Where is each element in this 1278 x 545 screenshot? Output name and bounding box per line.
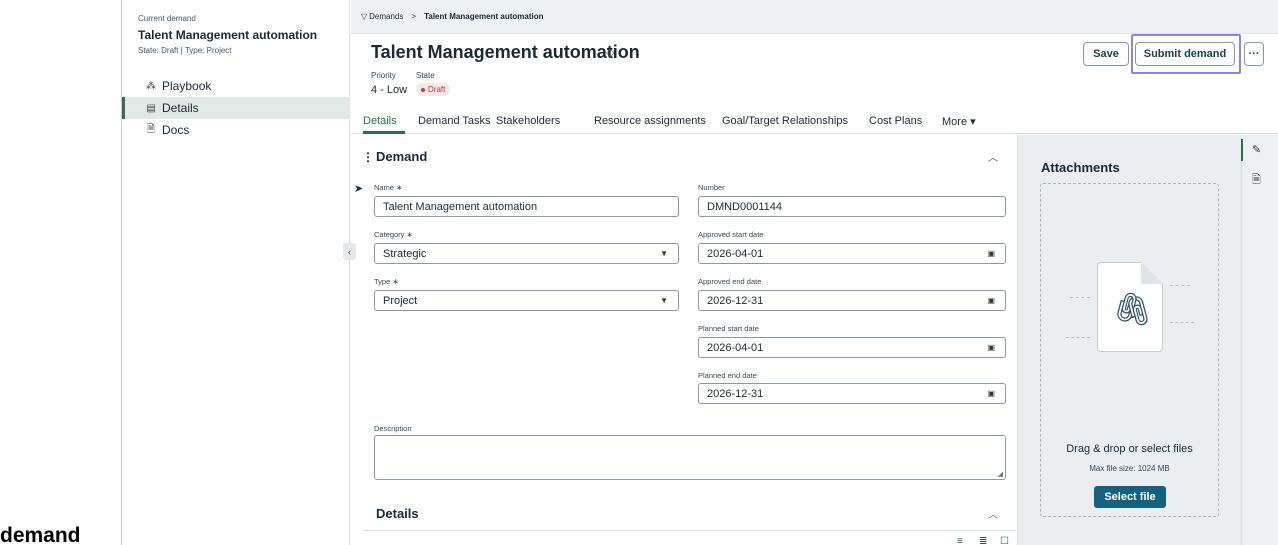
select-file-button[interactable]: Select file <box>1094 486 1166 508</box>
calendar-icon[interactable]: ▣ <box>987 249 995 258</box>
sidebar-item-docs[interactable]: 🗎 Docs <box>122 119 350 141</box>
status-badge: Draft <box>416 83 451 96</box>
description-textarea[interactable]: ◢ <box>374 435 1006 480</box>
state-label: State <box>416 71 435 80</box>
calendar-icon[interactable]: ▣ <box>987 389 995 398</box>
type-label: Type ∗ <box>374 277 399 286</box>
type-select[interactable]: Project ▼ <box>374 290 679 311</box>
number-value: DMND0001144 <box>707 200 783 213</box>
planned-end-date-field[interactable]: 2026-12-31 ▣ <box>698 383 1006 404</box>
calendar-icon[interactable]: ▣ <box>987 343 995 352</box>
approved-start-value: 2026-04-01 <box>707 247 764 260</box>
paperclip-icon: 🖇 <box>1112 291 1153 327</box>
breadcrumb-separator: > <box>411 12 417 21</box>
submit-demand-button[interactable]: Submit demand <box>1135 42 1235 66</box>
category-value: Strategic <box>383 247 427 260</box>
calendar-icon[interactable]: ▣ <box>987 296 995 305</box>
active-tab-indicator <box>363 131 405 134</box>
number-input[interactable]: DMND0001144 <box>698 196 1006 217</box>
priority-label: Priority <box>371 71 396 80</box>
priority-value: 4 - Low <box>371 84 408 96</box>
planned-end-value: 2026-12-31 <box>707 387 764 400</box>
chevron-up-icon[interactable]: ︿ <box>988 149 998 164</box>
tab-cost-plans[interactable]: Cost Plans <box>869 115 922 127</box>
decor-dash <box>1170 322 1194 323</box>
current-demand-state: State: Draft | Type: Project <box>138 46 232 55</box>
tab-demand-tasks[interactable]: Demand Tasks <box>418 115 491 127</box>
description-label: Description <box>374 424 412 433</box>
more-options-button[interactable]: ··· <box>1244 42 1264 66</box>
decor-dash <box>1170 285 1190 286</box>
chevron-left-icon: ‹ <box>348 246 351 257</box>
caret-down-icon: ▼ <box>660 296 668 305</box>
tab-resource-assignments[interactable]: Resource assignments <box>594 115 706 127</box>
current-demand-title: Talent Management automation <box>138 28 318 42</box>
approved-end-label: Approved end date <box>698 277 762 286</box>
details-icon: ▤ <box>146 102 156 114</box>
tag-icon[interactable]: ◇ <box>606 46 614 59</box>
approved-end-value: 2026-12-31 <box>707 294 764 307</box>
current-demand-label: Current demand <box>138 14 196 23</box>
max-file-size: Max file size: 1024 MB <box>1089 464 1170 473</box>
list-view-icon[interactable]: ≡ <box>957 536 963 545</box>
tab-goal-target-relationships[interactable]: Goal/Target Relationships <box>722 115 848 127</box>
sidebar-item-label: Playbook <box>162 79 212 93</box>
tab-bar: Details Demand Tasks Stakeholders Resour… <box>351 110 1278 134</box>
status-dot-icon <box>421 87 425 92</box>
mouse-cursor-icon: ➤ <box>354 183 364 195</box>
planned-start-date-field[interactable]: 2026-04-01 ▣ <box>698 337 1006 358</box>
decor-dash <box>1070 297 1090 298</box>
filter-icon: ▽ <box>361 12 368 21</box>
number-label: Number <box>698 183 725 192</box>
tab-stakeholders[interactable]: Stakeholders <box>496 115 560 127</box>
category-select[interactable]: Strategic ▼ <box>374 243 679 264</box>
planned-start-value: 2026-04-01 <box>707 341 764 354</box>
details-section-title: Details <box>376 506 419 521</box>
name-input[interactable]: Talent Management automation <box>374 196 679 217</box>
page-title: Talent Management automation <box>371 42 640 62</box>
section-divider <box>363 530 1015 531</box>
tab-more[interactable]: More ▾ <box>942 115 976 128</box>
attachment-rail-icon[interactable]: ✎ <box>1252 143 1261 156</box>
compact-view-icon[interactable]: ≣ <box>979 536 987 545</box>
document-fold <box>1141 262 1163 284</box>
breadcrumb-current: Talent Management automation <box>424 12 544 21</box>
decor-dash <box>1066 337 1090 338</box>
overlay-word: demand <box>0 524 81 545</box>
resize-handle-icon[interactable]: ◢ <box>998 470 1003 478</box>
name-label: Name ∗ <box>374 183 403 192</box>
attachments-title: Attachments <box>1041 160 1120 175</box>
playbook-icon: ⁂ <box>146 80 156 92</box>
breadcrumb: ▽ Demands > Talent Management automation <box>351 0 1278 34</box>
sidebar-item-label: Details <box>162 101 199 115</box>
caret-down-icon: ▼ <box>660 249 668 258</box>
planned-end-label: Planned end date <box>698 371 757 380</box>
document-rail-icon[interactable]: 🗎 <box>1252 171 1261 190</box>
planned-start-label: Planned start date <box>698 324 759 333</box>
category-label: Category ∗ <box>374 230 413 239</box>
sidebar-item-playbook[interactable]: ⁂ Playbook <box>122 75 350 97</box>
sidebar-item-details[interactable]: ▤ Details <box>122 97 350 119</box>
drag-handle-icon[interactable]: ⋮ <box>362 150 374 164</box>
save-button[interactable]: Save <box>1083 42 1129 66</box>
collapse-sidebar-button[interactable]: ‹ <box>343 243 356 260</box>
sidebar: Current demand Talent Management automat… <box>121 0 350 545</box>
name-value: Talent Management automation <box>383 200 538 213</box>
approved-start-date-field[interactable]: 2026-04-01 ▣ <box>698 243 1006 264</box>
chevron-up-icon[interactable]: ︿ <box>988 506 998 521</box>
demand-section-title: Demand <box>376 149 428 164</box>
docs-icon: 🗎 <box>146 123 156 135</box>
rail-active-indicator <box>1241 139 1243 161</box>
right-rail <box>1241 135 1278 545</box>
card-view-icon[interactable]: ☐ <box>1000 536 1009 545</box>
tab-details[interactable]: Details <box>363 115 397 127</box>
approved-start-label: Approved start date <box>698 230 764 239</box>
type-value: Project <box>383 294 418 307</box>
breadcrumb-root[interactable]: Demands <box>369 12 403 21</box>
sidebar-item-label: Docs <box>162 123 190 137</box>
approved-end-date-field[interactable]: 2026-12-31 ▣ <box>698 290 1006 311</box>
status-badge-label: Draft <box>428 85 446 94</box>
drop-instruction: Drag & drop or select files <box>1066 443 1193 455</box>
